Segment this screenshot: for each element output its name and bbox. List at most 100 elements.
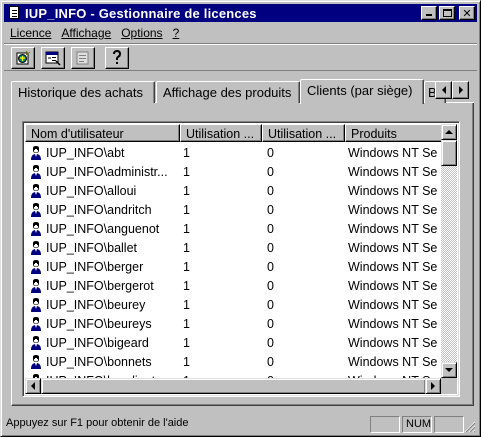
maximize-icon bbox=[443, 9, 452, 17]
scroll-up-button[interactable] bbox=[441, 124, 457, 140]
tab-historique-achats[interactable]: Historique des achats bbox=[11, 81, 155, 103]
username-text: IUP_INFO\bigeard bbox=[46, 335, 149, 350]
cell-usage-2: 0 bbox=[267, 221, 274, 236]
cell-product: Windows NT Se bbox=[348, 221, 438, 236]
column-header-products[interactable]: Produits bbox=[345, 124, 441, 142]
maximize-button[interactable] bbox=[439, 6, 455, 20]
cell-usage-1: 1 bbox=[183, 145, 190, 160]
cell-usage-2: 0 bbox=[267, 164, 274, 179]
cell-username: IUP_INFO\ballet bbox=[25, 240, 177, 256]
table-row[interactable]: IUP_INFO\anguenot 1 0 Windows NT Se bbox=[25, 219, 441, 238]
table-row[interactable]: IUP_INFO\beurey 1 0 Windows NT Se bbox=[25, 295, 441, 314]
cell-product: Windows NT Se bbox=[348, 240, 438, 255]
status-pane-scroll bbox=[434, 416, 464, 433]
cell-username: IUP_INFO\bigeard bbox=[25, 335, 177, 351]
cell-product: Windows NT Se bbox=[348, 183, 438, 198]
cell-usage-1: 1 bbox=[183, 259, 190, 274]
help-button[interactable] bbox=[105, 47, 129, 69]
toolbar bbox=[4, 43, 477, 71]
user-icon bbox=[31, 335, 41, 350]
menu-options[interactable]: Options bbox=[117, 26, 166, 40]
new-license-icon bbox=[16, 50, 31, 65]
user-icon bbox=[31, 297, 41, 312]
cell-product: Windows NT Se bbox=[348, 297, 438, 312]
scroll-left-button[interactable] bbox=[25, 378, 41, 394]
cell-usage-2: 0 bbox=[267, 259, 274, 274]
cell-usage-1: 1 bbox=[183, 221, 190, 236]
horizontal-scroll-thumb[interactable] bbox=[41, 378, 426, 394]
cell-product: Windows NT Se bbox=[348, 354, 438, 369]
table-row[interactable]: IUP_INFO\alloui 1 0 Windows NT Se bbox=[25, 181, 441, 200]
username-text: IUP_INFO\administr... bbox=[46, 164, 168, 179]
cell-username: IUP_INFO\bonnets bbox=[25, 354, 177, 370]
table-row[interactable]: IUP_INFO\beureys 1 0 Windows NT Se bbox=[25, 314, 441, 333]
close-button[interactable]: ✕ bbox=[459, 6, 475, 20]
properties-icon bbox=[76, 51, 89, 65]
tab-scroll-right-button[interactable] bbox=[452, 81, 469, 99]
tab-historique-achats-label: Historique des achats bbox=[18, 85, 144, 100]
username-text: IUP_INFO\andritch bbox=[46, 202, 152, 217]
cell-usage-2: 0 bbox=[267, 240, 274, 255]
menu-bar: Licence Affichage Options ? bbox=[4, 23, 477, 42]
clients-list-view[interactable]: Nom d'utilisateur Utilisation ... Utilis… bbox=[22, 121, 460, 397]
username-text: IUP_INFO\anguenot bbox=[46, 221, 160, 236]
column-header-usage-1[interactable]: Utilisation ... bbox=[180, 124, 262, 142]
minimize-icon bbox=[426, 14, 432, 16]
cell-username: IUP_INFO\beureys bbox=[25, 316, 177, 332]
cell-username: IUP_INFO\bergerot bbox=[25, 278, 177, 294]
properties-button[interactable] bbox=[71, 47, 95, 69]
username-text: IUP_INFO\bonnets bbox=[46, 354, 152, 369]
table-row[interactable]: IUP_INFO\andritch 1 0 Windows NT Se bbox=[25, 200, 441, 219]
status-help-text: Appuyez sur F1 pour obtenir de l'aide bbox=[6, 417, 189, 429]
table-row[interactable]: IUP_INFO\bonnets 1 0 Windows NT Se bbox=[25, 352, 441, 371]
user-icon bbox=[31, 240, 41, 255]
username-text: IUP_INFO\beurey bbox=[46, 297, 146, 312]
new-license-button[interactable] bbox=[11, 47, 35, 69]
cell-usage-1: 1 bbox=[183, 297, 190, 312]
column-header-usage-2[interactable]: Utilisation ... bbox=[262, 124, 345, 142]
tab-scroll-left-button[interactable] bbox=[435, 81, 452, 99]
tab-clients-par-siege[interactable]: Clients (par siège) bbox=[300, 79, 424, 104]
table-row[interactable]: IUP_INFO\bigeard 1 0 Windows NT Se bbox=[25, 333, 441, 352]
table-row[interactable]: IUP_INFO\abt 1 0 Windows NT Se bbox=[25, 143, 441, 162]
menu-affichage[interactable]: Affichage bbox=[57, 26, 115, 40]
tab-clients-par-siege-label: Clients (par siège) bbox=[307, 83, 413, 98]
cell-usage-2: 0 bbox=[267, 183, 274, 198]
cell-usage-1: 1 bbox=[183, 202, 190, 217]
cell-usage-2: 0 bbox=[267, 316, 274, 331]
vertical-scrollbar[interactable] bbox=[441, 124, 457, 378]
user-icon bbox=[31, 259, 41, 274]
help-icon bbox=[113, 50, 122, 64]
resize-grip-icon[interactable] bbox=[464, 421, 476, 433]
cell-username: IUP_INFO\administr... bbox=[25, 164, 177, 180]
menu-licence[interactable]: Licence bbox=[6, 26, 55, 40]
table-row[interactable]: IUP_INFO\administr... 1 0 Windows NT Se bbox=[25, 162, 441, 181]
column-header-username[interactable]: Nom d'utilisateur bbox=[25, 124, 180, 142]
table-row[interactable]: IUP_INFO\ballet 1 0 Windows NT Se bbox=[25, 238, 441, 257]
minimize-button[interactable] bbox=[421, 6, 437, 20]
table-row[interactable]: IUP_INFO\bergerot 1 0 Windows NT Se bbox=[25, 276, 441, 295]
cell-usage-2: 0 bbox=[267, 202, 274, 217]
horizontal-scrollbar[interactable] bbox=[25, 378, 441, 394]
cell-username: IUP_INFO\alloui bbox=[25, 183, 177, 199]
table-row[interactable]: IUP_INFO\berger 1 0 Windows NT Se bbox=[25, 257, 441, 276]
username-text: IUP_INFO\bergerot bbox=[46, 278, 154, 293]
menu-options-label: Options bbox=[121, 25, 163, 40]
tab-affichage-produits[interactable]: Affichage des produits bbox=[156, 81, 300, 103]
cell-usage-2: 0 bbox=[267, 297, 274, 312]
table-row[interactable]: IUP_INFO\boudinet10Windows NT Se bbox=[25, 371, 441, 378]
scroll-down-button[interactable] bbox=[441, 362, 457, 378]
scroll-right-button[interactable] bbox=[425, 378, 441, 394]
select-domain-button[interactable] bbox=[41, 47, 65, 69]
user-icon bbox=[31, 183, 41, 198]
cell-usage-1: 1 bbox=[183, 240, 190, 255]
username-text: IUP_INFO\ballet bbox=[46, 240, 138, 255]
cell-usage-2: 0 bbox=[267, 354, 274, 369]
title-bar[interactable]: IUP_INFO - Gestionnaire de licences ✕ bbox=[4, 4, 477, 22]
cell-username: IUP_INFO\abt bbox=[25, 145, 177, 161]
cell-product: Windows NT Se bbox=[348, 259, 438, 274]
tab-strip: Historique des achats Affichage des prod… bbox=[11, 79, 477, 104]
menu-help[interactable]: ? bbox=[169, 26, 184, 40]
list-rows: IUP_INFO\abt 1 0 Windows NT Se IUP_INFO\admi… bbox=[25, 143, 441, 378]
vertical-scroll-thumb[interactable] bbox=[441, 140, 457, 166]
